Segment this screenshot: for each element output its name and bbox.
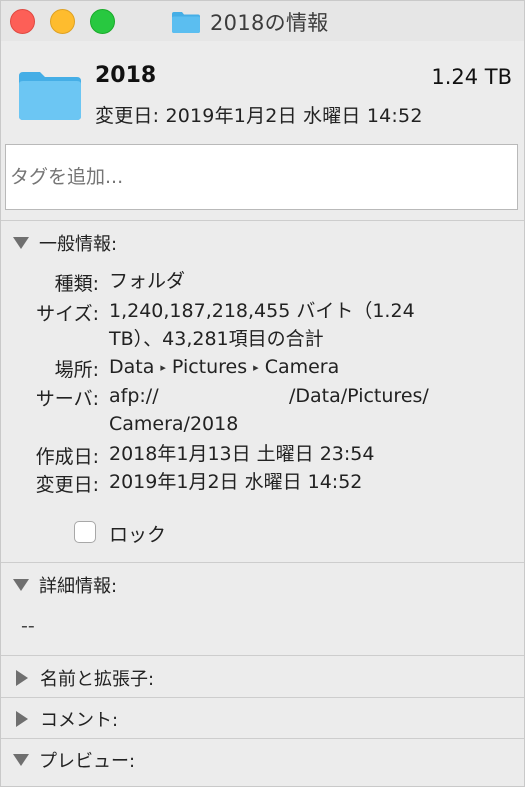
location-label: 場所: — [54, 359, 99, 381]
section-name-extension[interactable]: 名前と拡張子: — [13, 665, 154, 691]
zoom-button[interactable] — [90, 9, 115, 34]
kind-value: フォルダ — [109, 270, 186, 292]
server-value-b: /Data/Pictures/ — [289, 385, 429, 407]
modified-value: 2019年1月2日 水曜日 14:52 — [109, 471, 363, 493]
disclosure-triangle-expanded-icon[interactable] — [13, 754, 29, 766]
divider — [1, 738, 524, 739]
disclosure-triangle-collapsed-icon[interactable] — [16, 670, 28, 686]
window-title-text: 2018の情報 — [210, 11, 329, 35]
minimize-button[interactable] — [50, 9, 75, 34]
section-general[interactable]: 一般情報: — [13, 230, 117, 256]
disclosure-triangle-collapsed-icon[interactable] — [16, 711, 28, 727]
divider — [1, 697, 524, 698]
created-value: 2018年1月13日 土曜日 23:54 — [109, 443, 375, 465]
folder-icon — [172, 12, 200, 33]
section-details-heading: 詳細情報: — [39, 576, 118, 597]
item-modified-date: 変更日: 2019年1月2日 水曜日 14:52 — [95, 105, 423, 127]
divider — [1, 655, 524, 656]
disclosure-triangle-expanded-icon[interactable] — [13, 579, 29, 591]
section-comments[interactable]: コメント: — [13, 706, 118, 732]
divider — [1, 562, 524, 563]
modified-label: 変更日: — [35, 474, 99, 496]
path-item: Camera — [264, 356, 340, 378]
item-size: 1.24 TB — [431, 65, 512, 89]
divider — [1, 220, 524, 221]
path-item: Pictures — [171, 356, 248, 378]
server-label: サーバ: — [35, 388, 99, 410]
path-separator-icon: ▸ — [160, 361, 166, 374]
kind-label: 種類: — [54, 273, 99, 295]
server-value-a: afp:// — [109, 385, 159, 407]
section-comments-heading: コメント: — [40, 710, 119, 731]
server-value-line2: Camera/2018 — [109, 413, 239, 435]
path-item: Data — [109, 356, 155, 378]
path-separator-icon: ▸ — [253, 361, 259, 374]
created-label: 作成日: — [35, 446, 99, 468]
size-label: サイズ: — [36, 303, 99, 325]
details-value: -- — [21, 615, 35, 637]
size-value-line1: 1,240,187,218,455 バイト（1.24 — [109, 300, 415, 322]
title-bar[interactable]: 2018の情報 — [1, 1, 524, 41]
section-name-extension-heading: 名前と拡張子: — [40, 669, 155, 690]
large-folder-icon — [19, 72, 81, 120]
item-name: 2018 — [95, 63, 157, 88]
tags-input[interactable] — [5, 144, 518, 210]
section-preview[interactable]: プレビュー: — [13, 747, 135, 773]
close-button[interactable] — [10, 9, 35, 34]
info-window: 2018の情報 2018 1.24 TB 変更日: 2019年1月2日 水曜日 … — [0, 0, 525, 787]
disclosure-triangle-expanded-icon[interactable] — [13, 237, 29, 249]
section-preview-heading: プレビュー: — [39, 751, 136, 772]
section-details[interactable]: 詳細情報: — [13, 572, 117, 598]
window-title: 2018の情報 — [171, 6, 329, 38]
lock-label[interactable]: ロック — [109, 520, 166, 547]
location-path: Data ▸ Pictures ▸ Camera — [109, 353, 339, 384]
section-general-heading: 一般情報: — [39, 234, 118, 255]
size-value-line2: TB）、43,281項目の合計 — [109, 328, 324, 350]
lock-checkbox[interactable] — [74, 521, 96, 543]
